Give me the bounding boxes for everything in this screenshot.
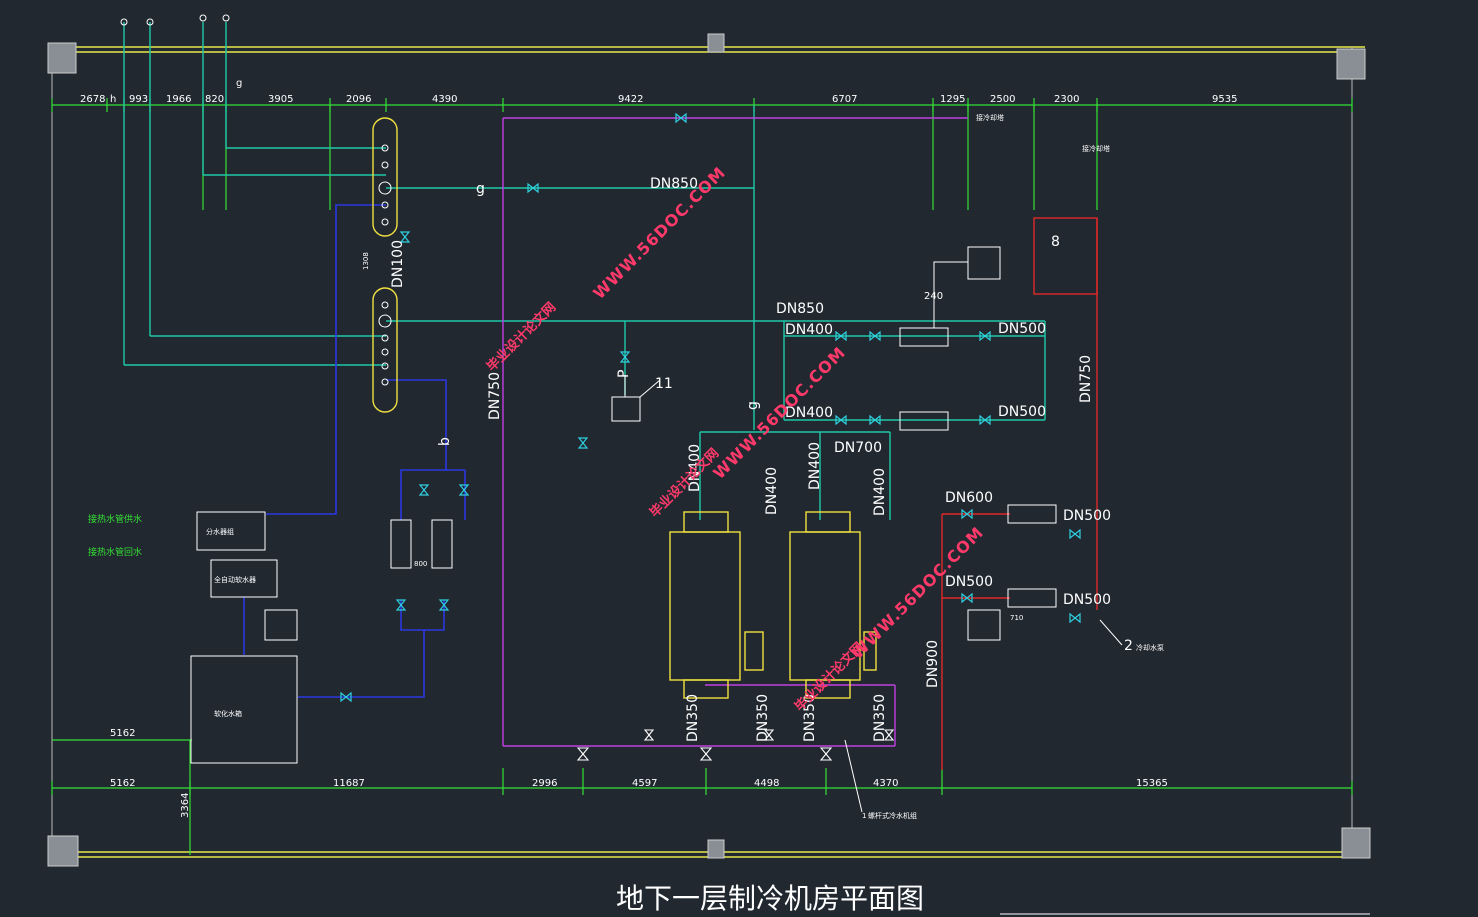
pipe-labels: DN850 DN850 DN400 DN400 DN500 DN500 DN50… — [390, 176, 1111, 742]
marker-1308: 1308 — [362, 252, 370, 270]
label-cooling-tower-2: 接冷却塔 — [1082, 144, 1110, 153]
marker-b: b — [437, 437, 453, 446]
label-supply: 接热水管供水 — [88, 513, 142, 525]
reference-markers: g g b P 11 8 2 240 1308 800 710 1 — [362, 181, 1133, 820]
marker-p: P — [616, 370, 632, 378]
dim-top-11: 2500 — [990, 94, 1015, 105]
watermarks: WWW.56DOC.COM 毕业设计论文网 WWW.56DOC.COM 毕业设计… — [484, 163, 988, 715]
label-dn900: DN900 — [925, 640, 941, 688]
marker-11: 11 — [655, 376, 673, 392]
marker-h: h — [110, 94, 116, 105]
dim-top-8: 9422 — [618, 94, 643, 105]
blue-pipe — [243, 204, 466, 698]
dim-top-6: 2096 — [346, 94, 371, 105]
top-inlet-markers — [120, 14, 230, 26]
valves — [340, 112, 1081, 703]
label-dn500-a: DN500 — [998, 321, 1046, 337]
marker-8: 8 — [1051, 234, 1060, 250]
label-device-b: 全自动软水器 — [214, 575, 256, 584]
marker-g-top: g — [236, 78, 242, 89]
marker-240: 240 — [924, 291, 943, 302]
label-dn400-a: DN400 — [785, 322, 833, 338]
label-dn750-left: DN750 — [487, 372, 503, 420]
dim-bottom-6: 4370 — [873, 778, 898, 789]
dim-top-13: 9535 — [1212, 94, 1237, 105]
label-dn500-b: DN500 — [998, 404, 1046, 420]
dim-top-12: 2300 — [1054, 94, 1079, 105]
drawing-canvas: 2678 993 1966 820 3905 2096 4390 9422 67… — [47, 14, 1371, 915]
label-dn100: DN100 — [390, 240, 406, 288]
label-dn850-mid: DN850 — [776, 301, 824, 317]
dim-vertical: 3364 — [180, 793, 191, 818]
label-dn500-d: DN500 — [1063, 592, 1111, 608]
dim-bottom-3: 2996 — [532, 778, 557, 789]
dim-bottom-4: 4597 — [632, 778, 657, 789]
marker-710: 710 — [1010, 614, 1023, 622]
drawing-title: 地下一层制冷机房平面图 — [616, 882, 924, 915]
watermark-cn-3: 毕业设计论文网 — [792, 639, 868, 715]
dim-top-5: 3905 — [268, 94, 293, 105]
label-pump-note: 冷却水泵 — [1136, 643, 1164, 652]
watermark-url-3: WWW.56DOC.COM — [847, 523, 987, 663]
dim-bottom-5: 4498 — [754, 778, 779, 789]
dim-top-1: 2678 — [80, 94, 105, 105]
dim-top-7: 4390 — [432, 94, 457, 105]
dim-bottom-2: 11687 — [333, 778, 365, 789]
marker-800: 800 — [414, 560, 427, 568]
label-dn350-1: DN350 — [685, 694, 701, 742]
dim-top-9: 6707 — [832, 94, 857, 105]
marker-g-3: g — [745, 401, 761, 410]
label-chiller-note: 螺杆式冷水机组 — [868, 811, 917, 820]
watermark-cn-1: 毕业设计论文网 — [484, 299, 560, 375]
top-dimensions: 2678 993 1966 820 3905 2096 4390 9422 67… — [80, 78, 1237, 105]
marker-2: 2 — [1124, 638, 1133, 654]
label-dn350-4: DN350 — [872, 694, 888, 742]
watermark-cn-2: 毕业设计论文网 — [647, 445, 723, 521]
label-device-a: 分水器组 — [206, 527, 234, 536]
dim-top-4: 820 — [205, 94, 224, 105]
dim-top-10: 1295 — [940, 94, 965, 105]
label-dn500-e: DN500 — [945, 574, 993, 590]
label-dn700: DN700 — [834, 440, 882, 456]
equipment-labels: 接热水管供水 接热水管回水 分水器组 全自动软水器 软化水箱 接冷却塔 接冷却塔… — [88, 113, 1164, 820]
marker-g-2: g — [476, 181, 485, 197]
label-cooling-tower-1: 接冷却塔 — [976, 113, 1004, 122]
label-dn400-v4: DN400 — [872, 468, 888, 516]
dim-bottom-7: 15365 — [1136, 778, 1168, 789]
dim-left-upper: 5162 — [110, 728, 135, 739]
dim-bottom-1: 5162 — [110, 778, 135, 789]
dim-top-3: 1966 — [166, 94, 191, 105]
label-dn400-v3: DN400 — [807, 442, 823, 490]
label-dn400-v2: DN400 — [764, 467, 780, 515]
dim-top-2: 993 — [129, 94, 148, 105]
bottom-dimensions: 5162 11687 2996 4597 4498 4370 15365 516… — [110, 728, 1168, 818]
label-dn350-2: DN350 — [755, 694, 771, 742]
label-tank: 软化水箱 — [214, 709, 242, 718]
marker-1: 1 — [862, 812, 866, 820]
label-dn600: DN600 — [945, 490, 993, 506]
label-dn500-c: DN500 — [1063, 508, 1111, 524]
label-return: 接热水管回水 — [88, 546, 142, 558]
label-dn750-right: DN750 — [1078, 355, 1094, 403]
